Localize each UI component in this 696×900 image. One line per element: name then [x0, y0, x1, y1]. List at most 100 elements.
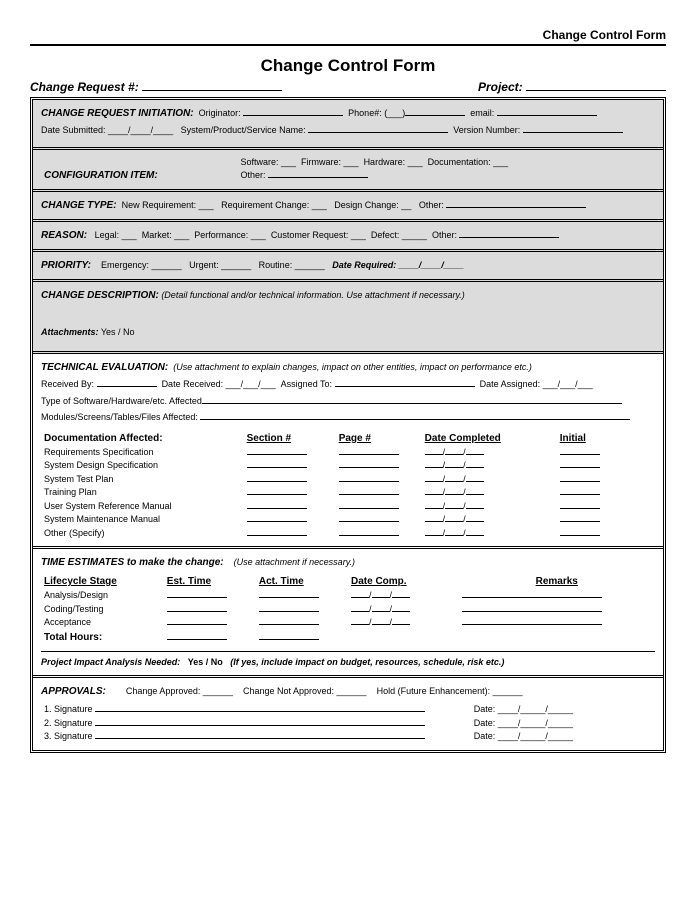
sec-time-estimates: TIME ESTIMATES to make the change: (Use … [33, 549, 663, 678]
col-date-comp: Date Comp. [348, 574, 459, 589]
techeval-note: (Use attachment to explain changes, impa… [173, 362, 532, 372]
hardware-label: Hardware: ___ [364, 157, 423, 167]
col-est-time: Est. Time [164, 574, 256, 589]
changetype-other-label: Other: [419, 200, 444, 210]
sec-tech-eval: TECHNICAL EVALUATION: (Use attachment to… [33, 354, 663, 549]
doc-name: Training Plan [41, 486, 244, 500]
hold-label: Hold (Future Enhancement): ______ [377, 686, 523, 696]
description-note: (Detail functional and/or technical info… [161, 290, 464, 300]
date-submitted-label: Date Submitted: ____/____/____ [41, 125, 173, 135]
time-row: Acceptance// [41, 616, 655, 630]
emergency-label: Emergency: ______ [101, 260, 182, 270]
page-title: Change Control Form [30, 56, 666, 76]
changetype-heading: CHANGE TYPE: [41, 200, 117, 211]
col-lifecycle: Lifecycle Stage [41, 574, 164, 589]
date-assigned-label: Date Assigned: ___/___/___ [480, 379, 593, 389]
attachments-value: Yes / No [101, 327, 135, 337]
time-row: Analysis/Design// [41, 589, 655, 603]
doc-row: System Maintenance Manual// [41, 513, 655, 527]
email-label: email: [470, 108, 494, 118]
date-1-label: Date: ____/_____/_____ [474, 704, 573, 714]
config-heading: CONFIGURATION ITEM: [44, 170, 158, 181]
doc-name: Requirements Specification [41, 446, 244, 460]
lifecycle-name: Acceptance [41, 616, 164, 630]
routine-label: Routine: ______ [259, 260, 325, 270]
doc-name: System Maintenance Manual [41, 513, 244, 527]
signature-3-label: 3. Signature [44, 731, 93, 741]
pia-note: (If yes, include impact on budget, resou… [230, 657, 504, 667]
market-label: Market: ___ [142, 230, 190, 240]
sec-approvals: APPROVALS: Change Approved: ______ Chang… [33, 678, 663, 750]
description-heading: CHANGE DESCRIPTION: [41, 290, 159, 301]
approvals-heading: APPROVALS: [41, 686, 106, 697]
documentation-label: Documentation: ___ [428, 157, 509, 167]
initiation-heading: CHANGE REQUEST INITIATION: [41, 108, 194, 119]
config-other-label: Other: [240, 170, 265, 180]
doc-row: User System Reference Manual// [41, 500, 655, 514]
sec-initiation: CHANGE REQUEST INITIATION: Originator: P… [33, 100, 663, 150]
doc-affected-heading: Documentation Affected: [41, 431, 244, 446]
reason-other-label: Other: [432, 230, 457, 240]
doc-name: User System Reference Manual [41, 500, 244, 514]
doc-name: Other (Specify) [41, 527, 244, 541]
legal-label: Legal: ___ [95, 230, 137, 240]
project-label: Project: [478, 80, 523, 94]
doc-row: System Test Plan// [41, 473, 655, 487]
priority-heading: PRIORITY: [41, 260, 91, 271]
time-est-note: (Use attachment if necessary.) [234, 557, 355, 567]
date-3-label: Date: ____/_____/_____ [474, 731, 573, 741]
received-by-label: Received By: [41, 379, 94, 389]
doc-row: Requirements Specification// [41, 446, 655, 460]
reason-heading: REASON: [41, 230, 87, 241]
sec-priority: PRIORITY: Emergency: ______ Urgent: ____… [33, 252, 663, 282]
design-change-label: Design Change: __ [334, 200, 411, 210]
date-received-label: Date Received: ___/___/___ [162, 379, 276, 389]
date-2-label: Date: ____/_____/_____ [474, 718, 573, 728]
assigned-to-label: Assigned To: [281, 379, 332, 389]
sec-reason: REASON: Legal: ___ Market: ___ Performan… [33, 222, 663, 252]
col-remarks: Remarks [459, 574, 656, 589]
signature-1-label: 1. Signature [44, 704, 93, 714]
new-req-label: New Requirement: ___ [122, 200, 214, 210]
urgent-label: Urgent: ______ [189, 260, 251, 270]
customer-req-label: Customer Request: ___ [271, 230, 366, 240]
sec-description: CHANGE DESCRIPTION: (Detail functional a… [33, 282, 663, 355]
change-request-label: Change Request #: [30, 80, 139, 94]
col-initial: Initial [557, 431, 655, 446]
modules-label: Modules/Screens/Tables/Files Affected: [41, 412, 198, 422]
type-affected-label: Type of Software/Hardware/etc. Affected [41, 396, 202, 406]
doc-row: Other (Specify)// [41, 527, 655, 541]
approved-label: Change Approved: ______ [126, 686, 233, 696]
signature-2-label: 2. Signature [44, 718, 93, 728]
originator-label: Originator: [199, 108, 241, 118]
version-label: Version Number: [453, 125, 520, 135]
total-hours-label: Total Hours: [41, 630, 164, 645]
top-fields: Change Request #: Project: [30, 80, 666, 94]
lifecycle-name: Analysis/Design [41, 589, 164, 603]
header-text: Change Control Form [30, 28, 666, 42]
firmware-label: Firmware: ___ [301, 157, 359, 167]
lifecycle-name: Coding/Testing [41, 603, 164, 617]
doc-name: System Design Specification [41, 459, 244, 473]
req-change-label: Requirement Change: ___ [221, 200, 327, 210]
form-main: CHANGE REQUEST INITIATION: Originator: P… [30, 97, 666, 753]
system-name-label: System/Product/Service Name: [181, 125, 306, 135]
header-bar: Change Control Form [30, 28, 666, 46]
date-required-label: Date Required: ____/____/____ [332, 260, 464, 270]
time-row: Coding/Testing// [41, 603, 655, 617]
performance-label: Performance: ___ [194, 230, 266, 240]
pia-label: Project Impact Analysis Needed: [41, 657, 180, 667]
doc-row: Training Plan// [41, 486, 655, 500]
attachments-label: Attachments: [41, 327, 99, 337]
software-label: Software: ___ [240, 157, 296, 167]
doc-name: System Test Plan [41, 473, 244, 487]
col-date-completed: Date Completed [422, 431, 557, 446]
pia-value: Yes / No [188, 657, 223, 667]
defect-label: Defect: _____ [371, 230, 427, 240]
doc-row: System Design Specification// [41, 459, 655, 473]
not-approved-label: Change Not Approved: ______ [243, 686, 367, 696]
techeval-heading: TECHNICAL EVALUATION: [41, 362, 168, 373]
time-est-heading: TIME ESTIMATES to make the change: [41, 557, 224, 568]
col-page: Page # [336, 431, 422, 446]
sec-change-type: CHANGE TYPE: New Requirement: ___ Requir… [33, 192, 663, 222]
